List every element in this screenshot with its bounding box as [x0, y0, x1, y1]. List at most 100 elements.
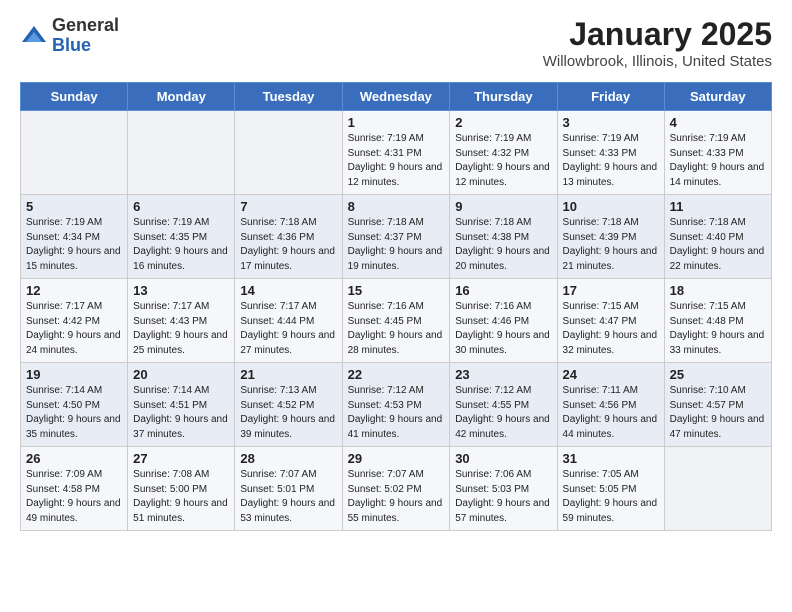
day-info: Sunrise: 7:17 AM Sunset: 4:43 PM Dayligh…: [133, 300, 229, 358]
calendar-week-5: 26 Sunrise: 7:09 AM Sunset: 4:58 PM Dayli…: [21, 447, 772, 531]
day-number: 25: [670, 367, 766, 382]
day-number: 7: [240, 199, 336, 214]
calendar-cell: 1 Sunrise: 7:19 AM Sunset: 4:31 PM Daylig…: [342, 111, 450, 195]
calendar-cell: 27Sunrise: 7:08 AM Sunset: 5:00 PM Dayli…: [128, 447, 235, 531]
day-info: Sunrise: 7:14 AM Sunset: 4:50 PM Dayligh…: [26, 384, 122, 442]
day-number: 15: [348, 283, 445, 298]
day-info: Sunrise: 7:19 AM Sunset: 4:33 PM Dayligh…: [563, 132, 659, 190]
calendar-cell: 29 Sunrise: 7:07 AM Sunset: 5:02 PM Dayli…: [342, 447, 450, 531]
calendar-cell: 12 Sunrise: 7:17 AM Sunset: 4:42 PM Dayli…: [21, 279, 128, 363]
day-number: 24: [563, 367, 659, 382]
day-number: 14: [240, 283, 336, 298]
day-number: 22: [348, 367, 445, 382]
day-number: 27: [133, 451, 229, 466]
day-info: Sunrise: 7:18 AM Sunset: 4:39 PM Dayligh…: [563, 216, 659, 274]
day-info: Sunrise: 7:15 AM Sunset: 4:48 PM Dayligh…: [670, 300, 766, 358]
calendar-week-3: 12 Sunrise: 7:17 AM Sunset: 4:42 PM Dayli…: [21, 279, 772, 363]
calendar-week-1: 1 Sunrise: 7:19 AM Sunset: 4:31 PM Daylig…: [21, 111, 772, 195]
day-number: 29: [348, 451, 445, 466]
day-number: 18: [670, 283, 766, 298]
day-header-friday: Friday: [557, 83, 664, 111]
day-header-wednesday: Wednesday: [342, 83, 450, 111]
calendar-cell: 25 Sunrise: 7:10 AM Sunset: 4:57 PM Dayli…: [664, 363, 771, 447]
calendar-cell: 15 Sunrise: 7:16 AM Sunset: 4:45 PM Dayli…: [342, 279, 450, 363]
calendar-cell: 7 Sunrise: 7:18 AM Sunset: 4:36 PM Daylig…: [235, 195, 342, 279]
day-number: 3: [563, 115, 659, 130]
day-header-monday: Monday: [128, 83, 235, 111]
calendar-cell: 30Sunrise: 7:06 AM Sunset: 5:03 PM Dayli…: [450, 447, 557, 531]
day-info: Sunrise: 7:15 AM Sunset: 4:47 PM Dayligh…: [563, 300, 659, 358]
day-info: Sunrise: 7:18 AM Sunset: 4:36 PM Dayligh…: [240, 216, 336, 274]
calendar-cell: 3 Sunrise: 7:19 AM Sunset: 4:33 PM Daylig…: [557, 111, 664, 195]
calendar-cell: 19Sunrise: 7:14 AM Sunset: 4:50 PM Dayli…: [21, 363, 128, 447]
calendar-cell: 11Sunrise: 7:18 AM Sunset: 4:40 PM Dayli…: [664, 195, 771, 279]
day-info: Sunrise: 7:18 AM Sunset: 4:40 PM Dayligh…: [670, 216, 766, 274]
calendar-cell: 6 Sunrise: 7:19 AM Sunset: 4:35 PM Daylig…: [128, 195, 235, 279]
day-info: Sunrise: 7:07 AM Sunset: 5:01 PM Dayligh…: [240, 468, 336, 526]
day-number: 26: [26, 451, 122, 466]
day-info: Sunrise: 7:14 AM Sunset: 4:51 PM Dayligh…: [133, 384, 229, 442]
day-info: Sunrise: 7:19 AM Sunset: 4:32 PM Dayligh…: [455, 132, 551, 190]
day-header-tuesday: Tuesday: [235, 83, 342, 111]
calendar-title: January 2025: [543, 16, 772, 53]
day-header-sunday: Sunday: [21, 83, 128, 111]
logo-icon: [20, 22, 48, 50]
day-info: Sunrise: 7:06 AM Sunset: 5:03 PM Dayligh…: [455, 468, 551, 526]
day-number: 1: [348, 115, 445, 130]
calendar-cell: [664, 447, 771, 531]
calendar-cell: 17 Sunrise: 7:15 AM Sunset: 4:47 PM Dayli…: [557, 279, 664, 363]
calendar-cell: 13 Sunrise: 7:17 AM Sunset: 4:43 PM Dayli…: [128, 279, 235, 363]
calendar-cell: [128, 111, 235, 195]
day-number: 4: [670, 115, 766, 130]
day-info: Sunrise: 7:17 AM Sunset: 4:42 PM Dayligh…: [26, 300, 122, 358]
day-number: 23: [455, 367, 551, 382]
calendar-cell: 21Sunrise: 7:13 AM Sunset: 4:52 PM Dayli…: [235, 363, 342, 447]
calendar-cell: 26 Sunrise: 7:09 AM Sunset: 4:58 PM Dayli…: [21, 447, 128, 531]
day-info: Sunrise: 7:19 AM Sunset: 4:34 PM Dayligh…: [26, 216, 122, 274]
calendar-subtitle: Willowbrook, Illinois, United States: [543, 53, 772, 70]
day-info: Sunrise: 7:12 AM Sunset: 4:55 PM Dayligh…: [455, 384, 551, 442]
day-info: Sunrise: 7:16 AM Sunset: 4:45 PM Dayligh…: [348, 300, 445, 358]
calendar-cell: [21, 111, 128, 195]
day-number: 9: [455, 199, 551, 214]
day-info: Sunrise: 7:11 AM Sunset: 4:56 PM Dayligh…: [563, 384, 659, 442]
day-info: Sunrise: 7:19 AM Sunset: 4:35 PM Dayligh…: [133, 216, 229, 274]
day-number: 16: [455, 283, 551, 298]
logo: General Blue: [20, 16, 119, 56]
day-info: Sunrise: 7:16 AM Sunset: 4:46 PM Dayligh…: [455, 300, 551, 358]
calendar-cell: 14 Sunrise: 7:17 AM Sunset: 4:44 PM Dayli…: [235, 279, 342, 363]
calendar-cell: 24 Sunrise: 7:11 AM Sunset: 4:56 PM Dayli…: [557, 363, 664, 447]
calendar-cell: 8Sunrise: 7:18 AM Sunset: 4:37 PM Daylig…: [342, 195, 450, 279]
calendar-week-4: 19Sunrise: 7:14 AM Sunset: 4:50 PM Dayli…: [21, 363, 772, 447]
calendar-week-2: 5Sunrise: 7:19 AM Sunset: 4:34 PM Daylig…: [21, 195, 772, 279]
day-number: 31: [563, 451, 659, 466]
day-header-thursday: Thursday: [450, 83, 557, 111]
day-info: Sunrise: 7:18 AM Sunset: 4:37 PM Dayligh…: [348, 216, 445, 274]
day-info: Sunrise: 7:17 AM Sunset: 4:44 PM Dayligh…: [240, 300, 336, 358]
logo-blue: Blue: [52, 36, 119, 56]
day-number: 10: [563, 199, 659, 214]
day-info: Sunrise: 7:09 AM Sunset: 4:58 PM Dayligh…: [26, 468, 122, 526]
day-info: Sunrise: 7:19 AM Sunset: 4:31 PM Dayligh…: [348, 132, 445, 190]
day-info: Sunrise: 7:12 AM Sunset: 4:53 PM Dayligh…: [348, 384, 445, 442]
day-info: Sunrise: 7:19 AM Sunset: 4:33 PM Dayligh…: [670, 132, 766, 190]
calendar-cell: 28 Sunrise: 7:07 AM Sunset: 5:01 PM Dayli…: [235, 447, 342, 531]
logo-general: General: [52, 16, 119, 36]
title-block: January 2025 Willowbrook, Illinois, Unit…: [543, 16, 772, 70]
day-info: Sunrise: 7:18 AM Sunset: 4:38 PM Dayligh…: [455, 216, 551, 274]
calendar-cell: [235, 111, 342, 195]
day-info: Sunrise: 7:10 AM Sunset: 4:57 PM Dayligh…: [670, 384, 766, 442]
calendar-cell: 10 Sunrise: 7:18 AM Sunset: 4:39 PM Dayli…: [557, 195, 664, 279]
day-number: 17: [563, 283, 659, 298]
calendar-table: SundayMondayTuesdayWednesdayThursdayFrid…: [20, 82, 772, 531]
calendar-cell: 2 Sunrise: 7:19 AM Sunset: 4:32 PM Daylig…: [450, 111, 557, 195]
day-number: 2: [455, 115, 551, 130]
day-number: 28: [240, 451, 336, 466]
day-number: 6: [133, 199, 229, 214]
day-info: Sunrise: 7:07 AM Sunset: 5:02 PM Dayligh…: [348, 468, 445, 526]
calendar-cell: 22 Sunrise: 7:12 AM Sunset: 4:53 PM Dayli…: [342, 363, 450, 447]
calendar-cell: 9 Sunrise: 7:18 AM Sunset: 4:38 PM Daylig…: [450, 195, 557, 279]
day-number: 13: [133, 283, 229, 298]
page-header: General Blue January 2025 Willowbrook, I…: [20, 16, 772, 70]
day-number: 12: [26, 283, 122, 298]
